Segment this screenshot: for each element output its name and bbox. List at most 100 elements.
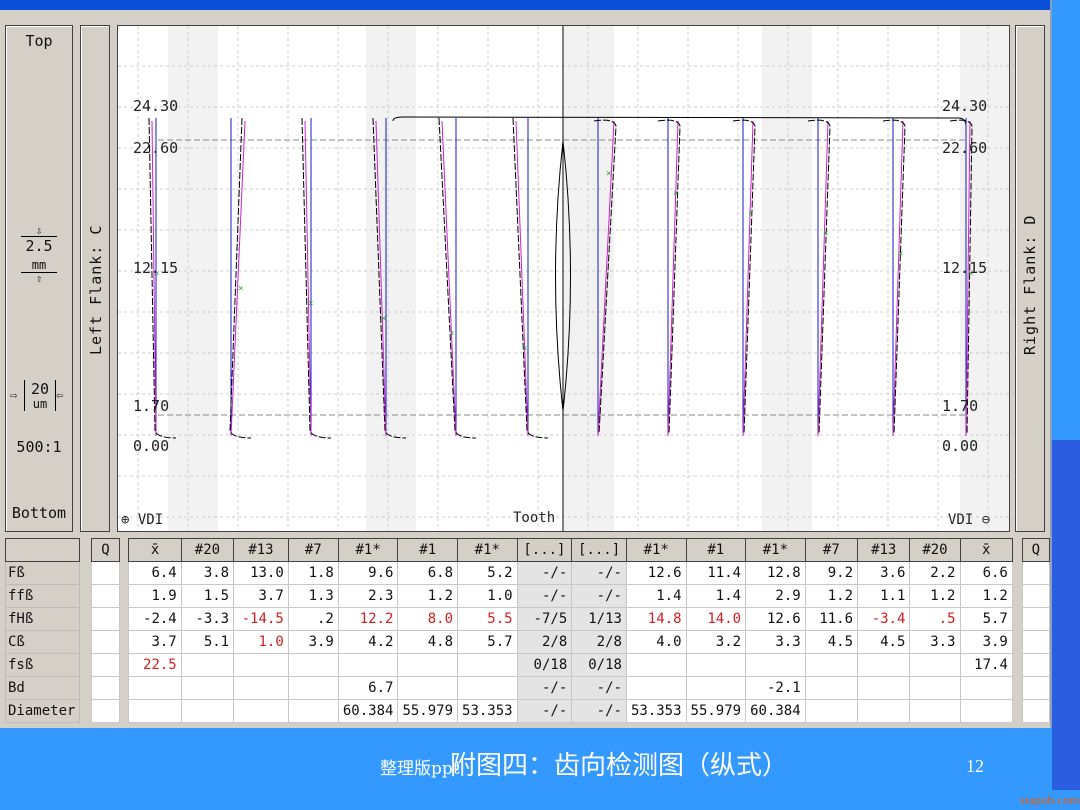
header-blank [4, 538, 81, 562]
table-row: ffß 1.9 1.5 3.7 1.3 2.3 1.2 1.0 -/- -/- 1.4 1.4 2.9 1… [4, 584, 1051, 608]
mean-line [742, 120, 754, 437]
left-flank-panel: Left Flank: C [80, 25, 110, 532]
table-cell: 60.384 [745, 699, 806, 723]
row-label: Bd [4, 676, 81, 700]
table-row: Diameter 60.384 55.979 53.353 -/- -/- 53.353 55… [4, 699, 1051, 723]
y-label-left: 1.70 [133, 397, 170, 415]
table-cell: 2/8 [516, 630, 573, 654]
table-cell: 11.6 [804, 607, 859, 631]
column-header: [...] [571, 538, 627, 562]
table-cell [233, 653, 289, 677]
table-cell [745, 653, 806, 677]
table-cell: -3.4 [857, 607, 911, 631]
grid-band [366, 26, 416, 531]
table-cell [857, 653, 911, 677]
table-cell: 4.8 [397, 630, 459, 654]
table-cell: 53.353 [625, 699, 687, 723]
y-label-right: 0.00 [942, 437, 979, 455]
table-cell [287, 653, 339, 677]
marker: × [381, 314, 386, 324]
table-cell: 14.8 [625, 607, 687, 631]
table-cell: .5 [909, 607, 961, 631]
table-cell: 13.0 [233, 561, 289, 585]
table-cell: 4.5 [857, 630, 911, 654]
marker: × [308, 299, 313, 309]
table-cell: 5.7 [959, 607, 1013, 631]
table-cell: 12.6 [745, 607, 806, 631]
magnification-ratio: 500:1 [16, 438, 62, 456]
table-cell: 3.3 [745, 630, 806, 654]
bottom-label: Bottom [11, 504, 67, 522]
q-cell [1021, 561, 1051, 585]
table-cell: 9.2 [804, 561, 859, 585]
table-cell: 2.9 [745, 584, 806, 608]
table-cell [233, 676, 289, 700]
table-cell: 4.2 [337, 630, 399, 654]
table-row: Fß 6.4 3.8 13.0 1.8 9.6 6.8 5.2 -/- -/- 12.6 11.4 12… [4, 561, 1051, 585]
table-cell [397, 676, 459, 700]
table-row: fsß 22.5 0/18 0/18 17.4 [4, 653, 1051, 677]
table-cell: 3.8 [180, 561, 235, 585]
footer-prefix: 整理版ppt [380, 759, 460, 779]
q-cell [91, 699, 120, 723]
y-label-left: 24.30 [133, 97, 179, 115]
q-cell [91, 676, 120, 700]
table-cell: .2 [287, 607, 339, 631]
table-cell: 1/13 [571, 607, 627, 631]
table-cell: -7/5 [516, 607, 573, 631]
table-cell: 0/18 [516, 653, 573, 677]
table-cell: 1.0 [233, 630, 289, 654]
table-row: fHß -2.4 -3.3 -14.5.2 12.2 8.0 5.5 -7/5 1/13 14.8… [4, 607, 1051, 631]
table-cell [233, 699, 289, 723]
table-cell: 12.2 [337, 607, 399, 631]
watermark: stapub.com [1020, 792, 1080, 807]
table-row: Cß 3.7 5.1 1.0 3.9 4.2 4.8 5.7 2/8 2/8 4.0 3.2 3.3 4.… [4, 630, 1051, 654]
table-cell: 5.1 [180, 630, 235, 654]
q-cell [1021, 584, 1051, 608]
lead-chart: × × × × × × × × × × × × 24.30 22.60 12.15 1.70 0.00… [117, 25, 1010, 532]
scale-panel: Top ⇩ 2.5 mm ⇧ ⇨ 20 um ⇦ 500:1 Bottom [5, 25, 73, 532]
table-cell: 1.4 [625, 584, 687, 608]
scale-mm-value: 2.5 [21, 236, 57, 255]
y-label-left: 0.00 [133, 437, 170, 455]
table-cell: 3.7 [233, 584, 289, 608]
table-cell: 1.9 [128, 584, 182, 608]
marker: × [823, 229, 828, 239]
table-cell: 12.8 [745, 561, 806, 585]
y-label-left: 22.60 [133, 139, 179, 157]
table-cell: 1.2 [909, 584, 961, 608]
column-header: #7 [287, 538, 339, 562]
marker: × [606, 169, 611, 179]
table-cell: -3.3 [180, 607, 235, 631]
table-cell [397, 653, 459, 677]
table-cell [804, 699, 859, 723]
table-cell: -14.5 [233, 607, 289, 631]
table-cell: 6.6 [959, 561, 1013, 585]
title-bar [0, 0, 1050, 10]
table-cell: 11.4 [685, 561, 747, 585]
y-label-right: 24.30 [942, 97, 988, 115]
table-cell: 12.6 [625, 561, 687, 585]
table-cell [180, 699, 235, 723]
table-cell: 6.8 [397, 561, 459, 585]
table-cell: 2/8 [571, 630, 627, 654]
header-q-right: Q [1021, 538, 1051, 562]
table-cell: -/- [571, 676, 627, 700]
table-cell [685, 676, 747, 700]
page-number: 12 [966, 756, 984, 776]
table-cell [287, 676, 339, 700]
table-cell: 4.5 [804, 630, 859, 654]
table-cell [857, 699, 911, 723]
header-q: Q [91, 538, 120, 562]
mean-line [892, 120, 904, 437]
column-header: #20 [909, 538, 961, 562]
table-cell: 3.3 [909, 630, 961, 654]
tooth-label: Tooth [513, 510, 556, 526]
y-label-right: 12.15 [942, 259, 988, 277]
table-cell [337, 653, 399, 677]
q-cell [1021, 699, 1051, 723]
table-cell: 1.0 [457, 584, 518, 608]
q-cell [91, 630, 120, 654]
table-cell [909, 699, 961, 723]
table-cell: 1.2 [397, 584, 459, 608]
